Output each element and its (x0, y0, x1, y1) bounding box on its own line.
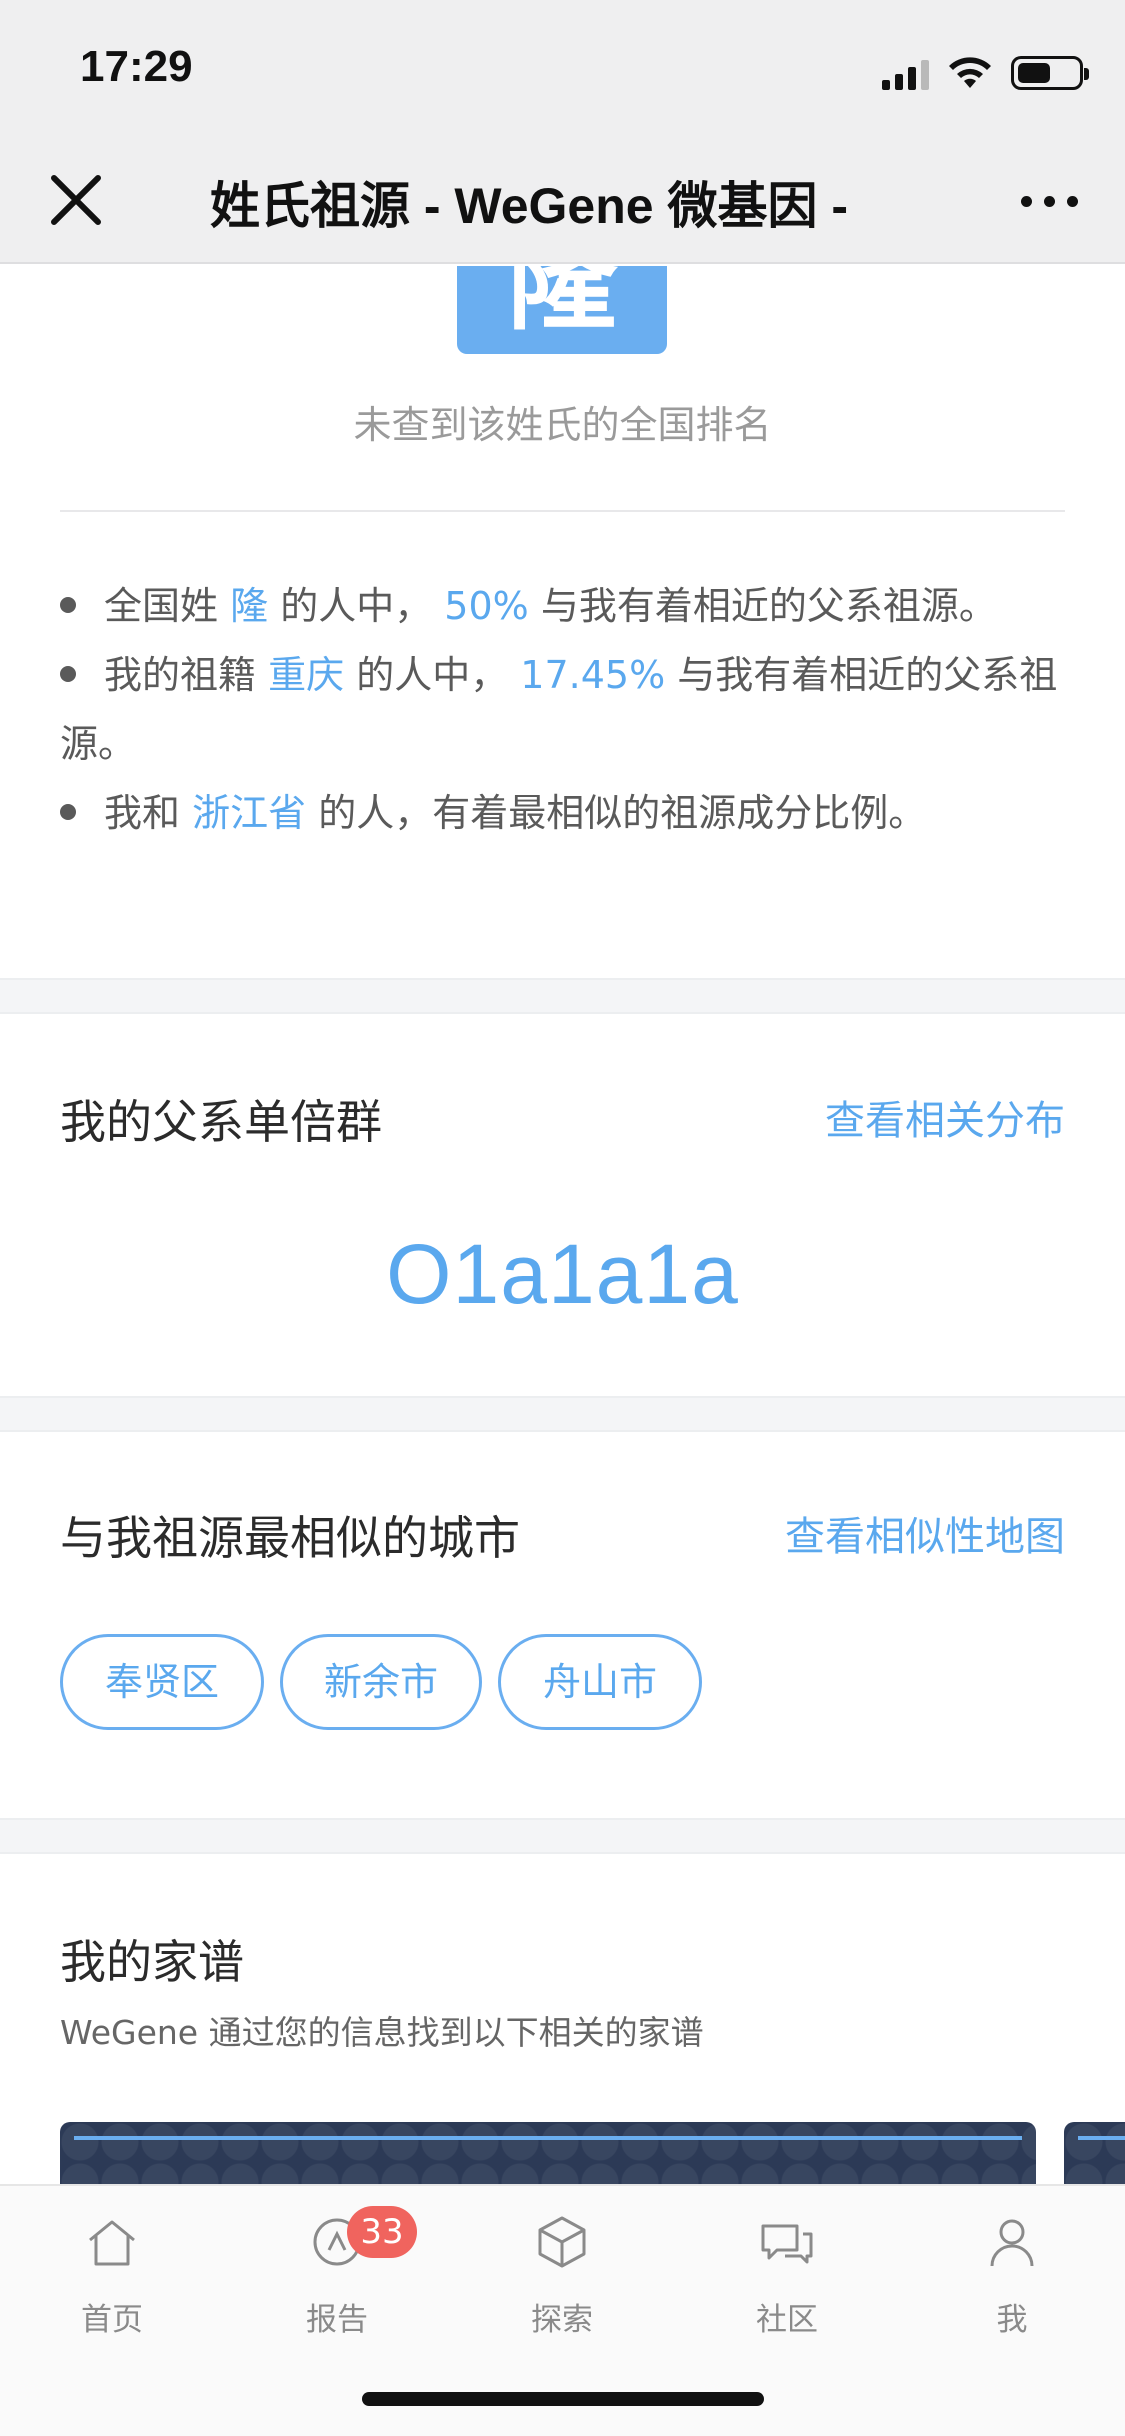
page-title: 姓氏祖源 - WeGene 微基因 - (210, 166, 930, 236)
fact-item: 我和 浙江省 的人，有着最相似的祖源成分比例。 (60, 779, 1060, 848)
haplogroup-title: 我的父系单倍群 (60, 1095, 382, 1149)
view-similarity-map-link[interactable]: 查看相似性地图 (785, 1504, 1065, 1562)
battery-level (1018, 63, 1050, 83)
tab-home[interactable]: 首页 (32, 2212, 192, 2339)
city-chip[interactable]: 奉贤区 (60, 1634, 264, 1730)
fact-item: 我的祖籍 重庆 的人中， 17.45% 与我有着相近的父系祖源。 (60, 653, 1058, 766)
tab-report[interactable]: 33 报告 (257, 2206, 417, 2339)
status-time: 17:29 (80, 42, 193, 91)
family-tree-subtitle: WeGene 通过您的信息找到以下相关的家谱 (60, 2013, 704, 2052)
home-indicator (362, 2392, 764, 2406)
main-content: 隆 未查到该姓氏的全国排名 全国姓 隆 的人中， 50% 与我有着相近的父系祖源… (0, 266, 1125, 2184)
bullet-icon (60, 803, 76, 820)
page: 17:29 姓氏祖源 - WeGene 微基因 - 隆 未查到该姓氏的全国排名 (0, 0, 1125, 2436)
section-divider (0, 1396, 1125, 1432)
status-icons (882, 50, 1089, 90)
ancestry-facts: 全国姓 隆 的人中， 50% 与我有着相近的父系祖源。 我的祖籍 重庆 的人中，… (60, 572, 1060, 848)
view-distribution-link[interactable]: 查看相关分布 (825, 1088, 1065, 1146)
city-chip[interactable]: 新余市 (280, 1634, 482, 1730)
nav-bar: 姓氏祖源 - WeGene 微基因 - (0, 136, 1125, 264)
bullet-icon (60, 665, 76, 682)
section-divider (0, 1818, 1125, 1854)
genealogy-card[interactable] (60, 2122, 1036, 2184)
family-tree-title: 我的家谱 (60, 1935, 244, 1989)
haplogroup-value: O1a1a1a (386, 1227, 739, 1321)
section-divider (0, 978, 1125, 1014)
tab-community[interactable]: 社区 (707, 2212, 867, 2339)
highlight-hometown: 重庆 (268, 653, 345, 697)
wifi-icon (949, 57, 991, 88)
tab-me[interactable]: 我 (932, 2212, 1092, 2339)
profile-icon (990, 2219, 1034, 2267)
status-bar: 17:29 (0, 0, 1125, 136)
bullet-icon (60, 596, 76, 613)
cube-icon (538, 2216, 586, 2268)
cellular-signal-icon (882, 58, 929, 90)
more-options-icon[interactable] (1013, 176, 1085, 226)
fact-item: 全国姓 隆 的人中， 50% 与我有着相近的父系祖源。 (60, 572, 1060, 641)
city-chip[interactable]: 舟山市 (498, 1634, 702, 1730)
chat-icon (761, 2224, 813, 2264)
genealogy-card[interactable] (1064, 2122, 1125, 2184)
surname-badge: 隆 (457, 266, 667, 354)
highlight-percent: 17.45% (520, 653, 666, 697)
home-icon (89, 2220, 135, 2266)
close-icon[interactable] (40, 164, 112, 236)
highlight-surname: 隆 (230, 584, 269, 628)
surname-rank-note: 未查到该姓氏的全国排名 (353, 403, 772, 447)
battery-icon (1011, 56, 1089, 90)
highlight-province: 浙江省 (192, 791, 307, 835)
highlight-percent: 50% (444, 584, 529, 628)
similar-cities-title: 与我祖源最相似的城市 (60, 1511, 520, 1565)
tab-explore[interactable]: 探索 (482, 2212, 642, 2339)
notification-badge: 33 (347, 2206, 417, 2258)
divider (60, 510, 1065, 512)
